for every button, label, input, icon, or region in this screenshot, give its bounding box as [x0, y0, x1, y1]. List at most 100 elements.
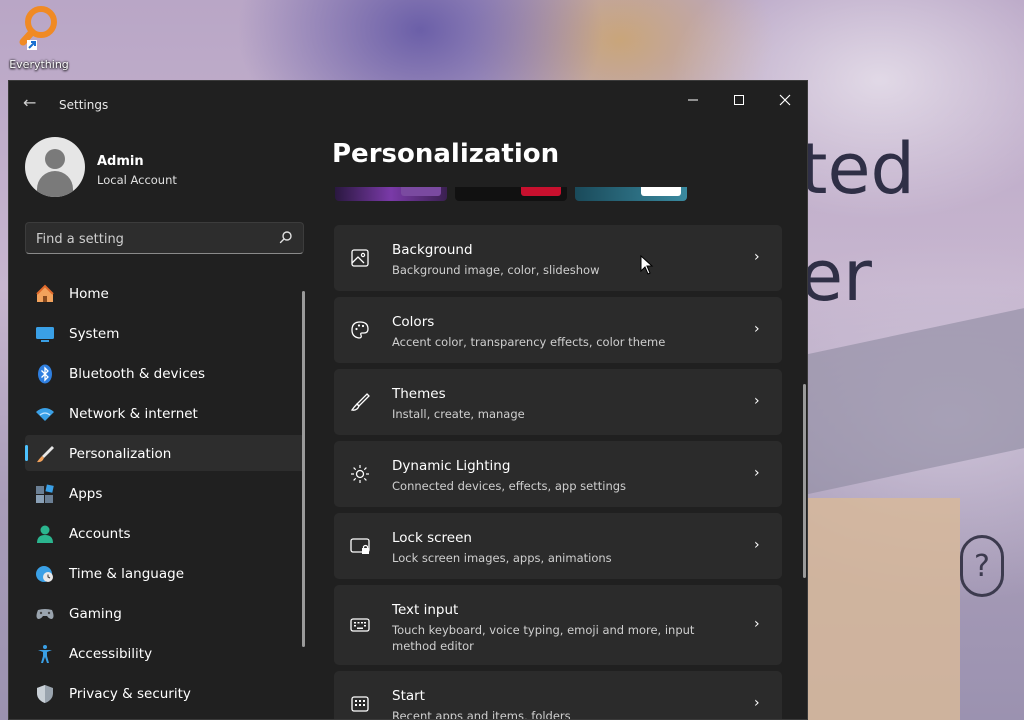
- shield-icon: [37, 685, 53, 703]
- setting-card-subtitle: Touch keyboard, voice typing, emoji and …: [392, 623, 695, 653]
- image-icon: [351, 249, 369, 267]
- lock-screen-icon: [350, 538, 370, 554]
- setting-card-themes[interactable]: Themes Install, create, manage ›: [334, 369, 782, 435]
- window-title: Settings: [59, 98, 109, 112]
- sidebar-item-label: Network & internet: [69, 406, 198, 422]
- chevron-right-icon: ›: [754, 393, 760, 409]
- accounts-icon: [37, 525, 53, 543]
- setting-card-dynamic-lighting[interactable]: Dynamic Lighting Connected devices, effe…: [334, 441, 782, 507]
- sidebar-item-label: Time & language: [69, 566, 185, 582]
- keyboard-icon: [350, 618, 370, 632]
- lighting-icon: [351, 465, 369, 483]
- sidebar-item-label: Personalization: [69, 446, 172, 462]
- chevron-right-icon: ›: [754, 321, 760, 337]
- search-input[interactable]: [36, 229, 276, 249]
- setting-card-subtitle: Lock screen images, apps, animations: [392, 551, 612, 565]
- setting-card-background[interactable]: Background Background image, color, slid…: [334, 225, 782, 291]
- maximize-button[interactable]: [716, 87, 762, 117]
- apps-icon: [36, 484, 54, 503]
- sidebar-item-apps[interactable]: Apps: [25, 475, 305, 511]
- sidebar-item-system[interactable]: System: [25, 315, 305, 351]
- brush-icon: [37, 446, 54, 463]
- minimize-button[interactable]: [670, 87, 716, 117]
- everything-search-icon: [19, 6, 59, 50]
- sidebar-item-label: Gaming: [69, 606, 122, 622]
- search-icon[interactable]: [279, 230, 293, 244]
- chevron-right-icon: ›: [754, 465, 760, 481]
- sidebar-item-label: Accessibility: [69, 646, 153, 662]
- setting-card-subtitle: Connected devices, effects, app settings: [392, 479, 627, 493]
- close-button[interactable]: [762, 87, 807, 117]
- content-scrollbar[interactable]: [803, 384, 806, 578]
- sidebar-item-personalization[interactable]: Personalization: [25, 435, 305, 471]
- wifi-icon: [36, 408, 54, 421]
- setting-card-subtitle: Accent color, transparency effects, colo…: [392, 335, 666, 349]
- chevron-right-icon: ›: [754, 616, 760, 632]
- setting-card-title: Lock screen: [392, 530, 472, 546]
- setting-card-title: Text input: [392, 602, 459, 618]
- mouse-cursor-icon: [640, 255, 654, 275]
- sidebar-item-accessibility[interactable]: Accessibility: [25, 635, 305, 671]
- setting-card-title: Background: [392, 242, 473, 258]
- desktop-icon-label: Everything: [9, 58, 69, 71]
- sidebar-item-label: Bluetooth & devices: [69, 366, 206, 382]
- wallpaper-question-mark: ?: [960, 535, 1004, 597]
- sidebar-item-time-language[interactable]: Time & language: [25, 555, 305, 591]
- page-title: Personalization: [332, 139, 560, 169]
- sidebar-item-label: Privacy & security: [69, 686, 191, 702]
- setting-card-title: Dynamic Lighting: [392, 458, 511, 474]
- sidebar-item-label: Home: [69, 286, 109, 302]
- theme-thumbnail[interactable]: [575, 187, 687, 201]
- theme-thumbnail[interactable]: [335, 187, 447, 201]
- setting-card-subtitle: Recent apps and items, folders: [392, 709, 571, 720]
- maximize-icon: [734, 95, 744, 105]
- brush-icon: [350, 393, 370, 411]
- setting-card-title: Themes: [392, 386, 446, 402]
- wallpaper-text: ted: [800, 128, 915, 210]
- sidebar-item-privacy[interactable]: Privacy & security: [25, 675, 305, 711]
- sidebar-item-gaming[interactable]: Gaming: [25, 595, 305, 631]
- setting-card-start[interactable]: Start Recent apps and items, folders ›: [334, 671, 782, 720]
- chevron-right-icon: ›: [754, 695, 760, 711]
- setting-card-title: Start: [392, 688, 425, 704]
- chevron-right-icon: ›: [754, 249, 760, 265]
- avatar: [25, 137, 85, 197]
- sidebar-scrollbar[interactable]: [302, 291, 305, 647]
- user-account-type: Local Account: [97, 173, 177, 187]
- setting-card-colors[interactable]: Colors Accent color, transparency effect…: [334, 297, 782, 363]
- chevron-right-icon: ›: [754, 537, 760, 553]
- sidebar-item-bluetooth[interactable]: Bluetooth & devices: [25, 355, 305, 391]
- sidebar-item-home[interactable]: Home: [25, 275, 305, 311]
- sidebar-item-label: Apps: [69, 486, 103, 502]
- wallpaper-box: [800, 498, 960, 720]
- minimize-icon: [688, 99, 698, 101]
- gamepad-icon: [36, 609, 54, 619]
- desktop-icon-everything[interactable]: Everything: [6, 6, 72, 71]
- sidebar-item-label: Accounts: [69, 526, 131, 542]
- user-name: Admin: [97, 154, 144, 169]
- close-icon: [779, 94, 791, 106]
- accessibility-icon: [38, 645, 52, 663]
- setting-card-lock-screen[interactable]: Lock screen Lock screen images, apps, an…: [334, 513, 782, 579]
- wallpaper-text: er: [800, 235, 872, 317]
- sidebar-nav: Home System Bluetooth & devices Network …: [25, 275, 305, 715]
- palette-icon: [351, 321, 369, 339]
- settings-list: Background Background image, color, slid…: [334, 225, 782, 720]
- sidebar-item-network[interactable]: Network & internet: [25, 395, 305, 431]
- title-bar[interactable]: ← Settings: [9, 81, 807, 113]
- setting-card-text-input[interactable]: Text input Touch keyboard, voice typing,…: [334, 585, 782, 665]
- setting-card-subtitle: Install, create, manage: [392, 407, 525, 421]
- bluetooth-icon: [38, 364, 52, 384]
- home-icon: [36, 284, 54, 302]
- clock-globe-icon: [36, 566, 53, 582]
- setting-card-subtitle: Background image, color, slideshow: [392, 263, 600, 277]
- search-box[interactable]: [25, 222, 304, 254]
- wallpaper-roof: [806, 305, 1024, 495]
- sidebar-item-label: System: [69, 326, 120, 342]
- theme-thumbnail[interactable]: [455, 187, 567, 201]
- start-icon: [351, 696, 369, 712]
- sidebar-item-accounts[interactable]: Accounts: [25, 515, 305, 551]
- system-icon: [36, 327, 54, 342]
- settings-window: ← Settings Admin Local Account Find a se…: [8, 80, 808, 720]
- back-button[interactable]: ←: [23, 93, 43, 113]
